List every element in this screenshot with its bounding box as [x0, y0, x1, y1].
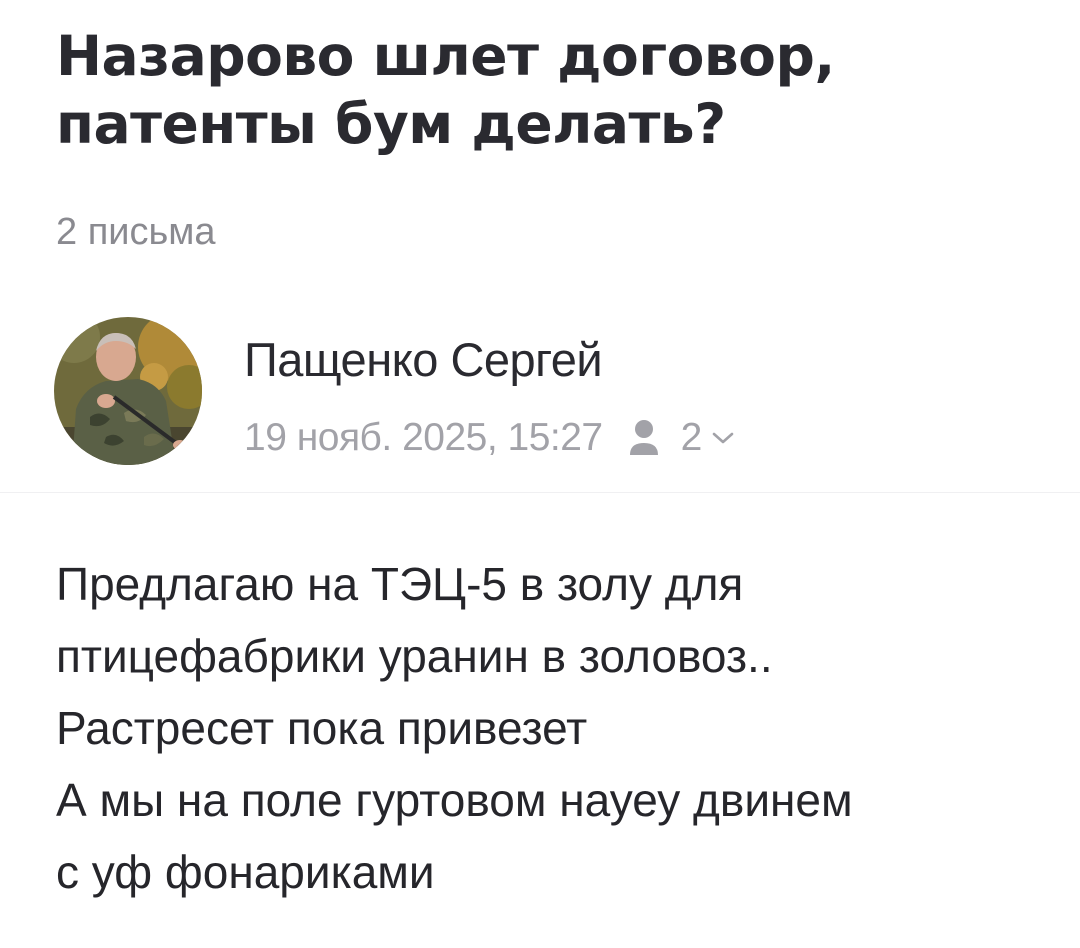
recipients-count: 2: [680, 416, 703, 459]
body-line: Растресет пока привезет: [56, 702, 588, 754]
body-line: Предлагаю на ТЭЦ-5 в золу для: [56, 558, 744, 610]
sender-avatar[interactable]: [54, 317, 202, 465]
message-header: Пащенко Сергей 19 нояб. 2025, 15:27 2: [0, 300, 1080, 493]
recipients-toggle[interactable]: 2: [629, 416, 735, 460]
letter-count: 2 письма: [56, 211, 216, 253]
message-date: 19 нояб. 2025, 15:27: [244, 416, 603, 459]
message-body: Предлагаю на ТЭЦ-5 в золу для птицефабри…: [56, 548, 1046, 908]
body-line: с уф фонариками: [56, 846, 435, 898]
body-line: птицефабрики уранин в золовоз..: [56, 630, 773, 682]
message-meta: 19 нояб. 2025, 15:27 2: [244, 412, 734, 464]
chevron-down-icon: [713, 432, 734, 444]
avatar-photo-icon: [54, 317, 202, 465]
person-icon: [629, 420, 658, 455]
body-line: А мы на поле гуртовом науеу двинем: [56, 774, 853, 826]
thread-title: Назарово шлет договор, патенты бум делат…: [56, 24, 835, 156]
sender-name[interactable]: Пащенко Сергей: [244, 332, 603, 388]
